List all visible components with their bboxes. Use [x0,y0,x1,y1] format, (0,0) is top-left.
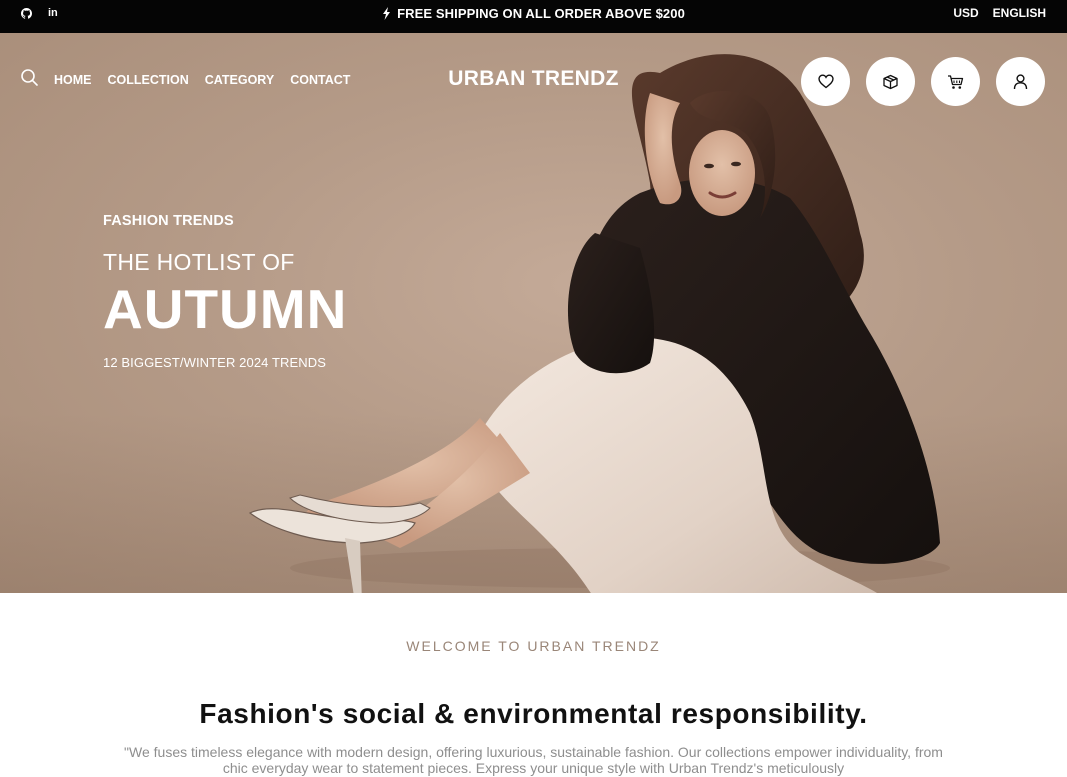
hero-copy: FASHION TRENDS THE HOTLIST OF AUTUMN 12 … [103,213,347,370]
welcome-kicker: WELCOME TO URBAN TRENDZ [406,638,661,654]
hero-banner: HOME COLLECTION CATEGORY CONTACT URBAN T… [0,33,1067,593]
wishlist-button[interactable] [801,57,850,106]
heart-icon [817,74,834,89]
cart-icon [948,74,964,89]
welcome-body: "We fuses timeless elegance with modern … [124,744,943,776]
nav-icon-buttons [801,57,1045,106]
main-navigation: HOME COLLECTION CATEGORY CONTACT URBAN T… [0,33,1067,128]
box-icon [883,74,898,89]
hero-eyebrow: FASHION TRENDS [103,213,234,229]
announcement-bar: in FREE SHIPPING ON ALL ORDER ABOVE $200… [0,0,1067,33]
cart-button[interactable] [931,57,980,106]
hero-subheading: THE HOTLIST OF [103,249,295,275]
locale-selectors: USD ENGLISH [953,0,1046,26]
user-icon [1013,73,1028,89]
lightning-icon [383,6,391,20]
account-button[interactable] [996,57,1045,106]
hero-tagline: 12 BIGGEST/WINTER 2024 TRENDS [103,355,326,370]
orders-button[interactable] [866,57,915,106]
shipping-banner: FREE SHIPPING ON ALL ORDER ABOVE $200 [0,0,1067,26]
language-selector[interactable]: ENGLISH [993,6,1046,20]
shipping-text: FREE SHIPPING ON ALL ORDER ABOVE $200 [397,5,685,21]
hero-heading: AUTUMN [103,278,348,340]
welcome-section: WELCOME TO URBAN TRENDZ Fashion's social… [0,593,1067,777]
welcome-heading: Fashion's social & environmental respons… [199,698,868,729]
currency-selector[interactable]: USD [953,6,978,20]
